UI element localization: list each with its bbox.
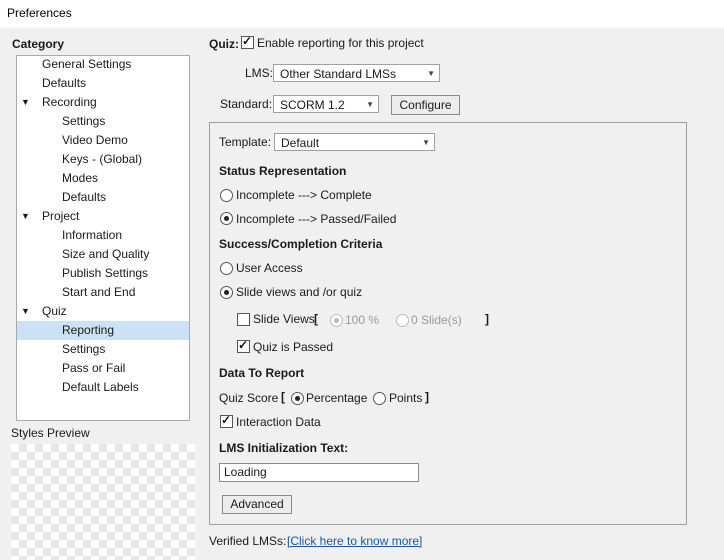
tree-item-quiz-settings[interactable]: Settings bbox=[17, 340, 189, 359]
slide-views-checkbox[interactable] bbox=[237, 313, 250, 326]
category-heading: Category bbox=[12, 37, 65, 51]
success-criteria-heading: Success/Completion Criteria bbox=[219, 237, 383, 251]
checkmark-icon: ✓ bbox=[242, 34, 253, 48]
lms-init-text-input[interactable]: Loading bbox=[219, 463, 419, 482]
slide-views-quiz-radio[interactable] bbox=[220, 286, 233, 299]
points-label: Points bbox=[389, 391, 423, 405]
status-passed-failed-radio[interactable] bbox=[220, 212, 233, 225]
checkmark-icon: ✓ bbox=[221, 413, 232, 427]
styles-preview-label: Styles Preview bbox=[11, 426, 90, 440]
interaction-data-label: Interaction Data bbox=[236, 415, 321, 429]
quiz-label: Quiz: bbox=[209, 37, 239, 51]
verified-lms-link[interactable]: [Click here to know more] bbox=[287, 534, 422, 548]
status-complete-label: Incomplete ---> Complete bbox=[236, 188, 372, 202]
tree-item-size-and-quality[interactable]: Size and Quality bbox=[17, 245, 189, 264]
quiz-passed-checkbox[interactable]: ✓ bbox=[237, 338, 250, 353]
tree-item-project[interactable]: ▼ Project bbox=[17, 207, 189, 226]
status-passed-failed-label: Incomplete ---> Passed/Failed bbox=[236, 212, 397, 226]
tree-item-modes[interactable]: Modes bbox=[17, 169, 189, 188]
template-label: Template: bbox=[219, 135, 272, 149]
tree-item-recording-defaults[interactable]: Defaults bbox=[17, 188, 189, 207]
category-tree[interactable]: General Settings Defaults ▼ Recording Set… bbox=[16, 55, 190, 421]
interaction-data-checkbox[interactable]: ✓ bbox=[220, 413, 233, 428]
tree-item-information[interactable]: Information bbox=[17, 226, 189, 245]
percentage-radio[interactable] bbox=[291, 392, 304, 405]
percent-value: 100 % bbox=[345, 313, 380, 327]
bracket-close: ] bbox=[425, 390, 429, 404]
expand-arrow-icon[interactable]: ▼ bbox=[21, 93, 30, 112]
user-access-radio[interactable] bbox=[220, 262, 233, 275]
bracket-open: [ bbox=[314, 312, 318, 326]
slides-radio[interactable] bbox=[396, 314, 409, 327]
bracket-open: [ bbox=[281, 390, 285, 404]
dropdown-arrow-icon: ▼ bbox=[366, 100, 374, 109]
data-to-report-heading: Data To Report bbox=[219, 366, 305, 380]
tree-item-quiz[interactable]: ▼ Quiz bbox=[17, 302, 189, 321]
tree-item-default-labels[interactable]: Default Labels bbox=[17, 378, 189, 397]
expand-arrow-icon[interactable]: ▼ bbox=[21, 207, 30, 226]
percentage-label: Percentage bbox=[306, 391, 368, 405]
percent-radio[interactable] bbox=[330, 314, 343, 327]
tree-item-pass-or-fail[interactable]: Pass or Fail bbox=[17, 359, 189, 378]
slide-views-quiz-label: Slide views and /or quiz bbox=[236, 285, 363, 299]
lms-label: LMS: bbox=[245, 66, 274, 80]
status-representation-heading: Status Representation bbox=[219, 164, 347, 178]
bracket-close: ] bbox=[485, 312, 489, 326]
configure-button[interactable]: Configure bbox=[391, 95, 460, 115]
tree-item-defaults[interactable]: Defaults bbox=[17, 74, 189, 93]
title-bar bbox=[0, 0, 724, 28]
expand-arrow-icon[interactable]: ▼ bbox=[21, 302, 30, 321]
tree-item-reporting[interactable]: Reporting bbox=[17, 321, 189, 340]
status-complete-radio[interactable] bbox=[220, 189, 233, 202]
verified-lms-label: Verified LMSs: bbox=[209, 534, 287, 548]
advanced-button[interactable]: Advanced bbox=[222, 495, 292, 514]
quiz-passed-label: Quiz is Passed bbox=[253, 340, 334, 354]
enable-reporting-label: Enable reporting for this project bbox=[257, 36, 424, 50]
tree-item-video-demo[interactable]: Video Demo bbox=[17, 131, 189, 150]
standard-dropdown[interactable]: SCORM 1.2 ▼ bbox=[273, 95, 379, 113]
tree-item-general-settings[interactable]: General Settings bbox=[17, 55, 189, 74]
lms-dropdown[interactable]: Other Standard LMSs ▼ bbox=[273, 64, 440, 82]
checkmark-icon: ✓ bbox=[238, 338, 249, 352]
enable-reporting-checkbox[interactable]: ✓ bbox=[241, 34, 254, 49]
tree-item-recording-settings[interactable]: Settings bbox=[17, 112, 189, 131]
lms-init-heading: LMS Initialization Text: bbox=[219, 441, 349, 455]
tree-item-publish-settings[interactable]: Publish Settings bbox=[17, 264, 189, 283]
standard-label: Standard: bbox=[220, 97, 273, 111]
user-access-label: User Access bbox=[236, 261, 303, 275]
template-dropdown[interactable]: Default ▼ bbox=[274, 133, 435, 151]
styles-preview-area bbox=[11, 444, 195, 560]
tree-item-recording[interactable]: ▼ Recording bbox=[17, 93, 189, 112]
window-title: Preferences bbox=[7, 6, 72, 20]
dropdown-arrow-icon: ▼ bbox=[422, 138, 430, 147]
tree-item-keys-global[interactable]: Keys - (Global) bbox=[17, 150, 189, 169]
slides-value: 0 Slide(s) bbox=[411, 313, 462, 327]
points-radio[interactable] bbox=[373, 392, 386, 405]
slide-views-label: Slide Views bbox=[253, 312, 315, 326]
quiz-score-label: Quiz Score bbox=[219, 391, 279, 405]
dropdown-arrow-icon: ▼ bbox=[427, 69, 435, 78]
tree-item-start-and-end[interactable]: Start and End bbox=[17, 283, 189, 302]
